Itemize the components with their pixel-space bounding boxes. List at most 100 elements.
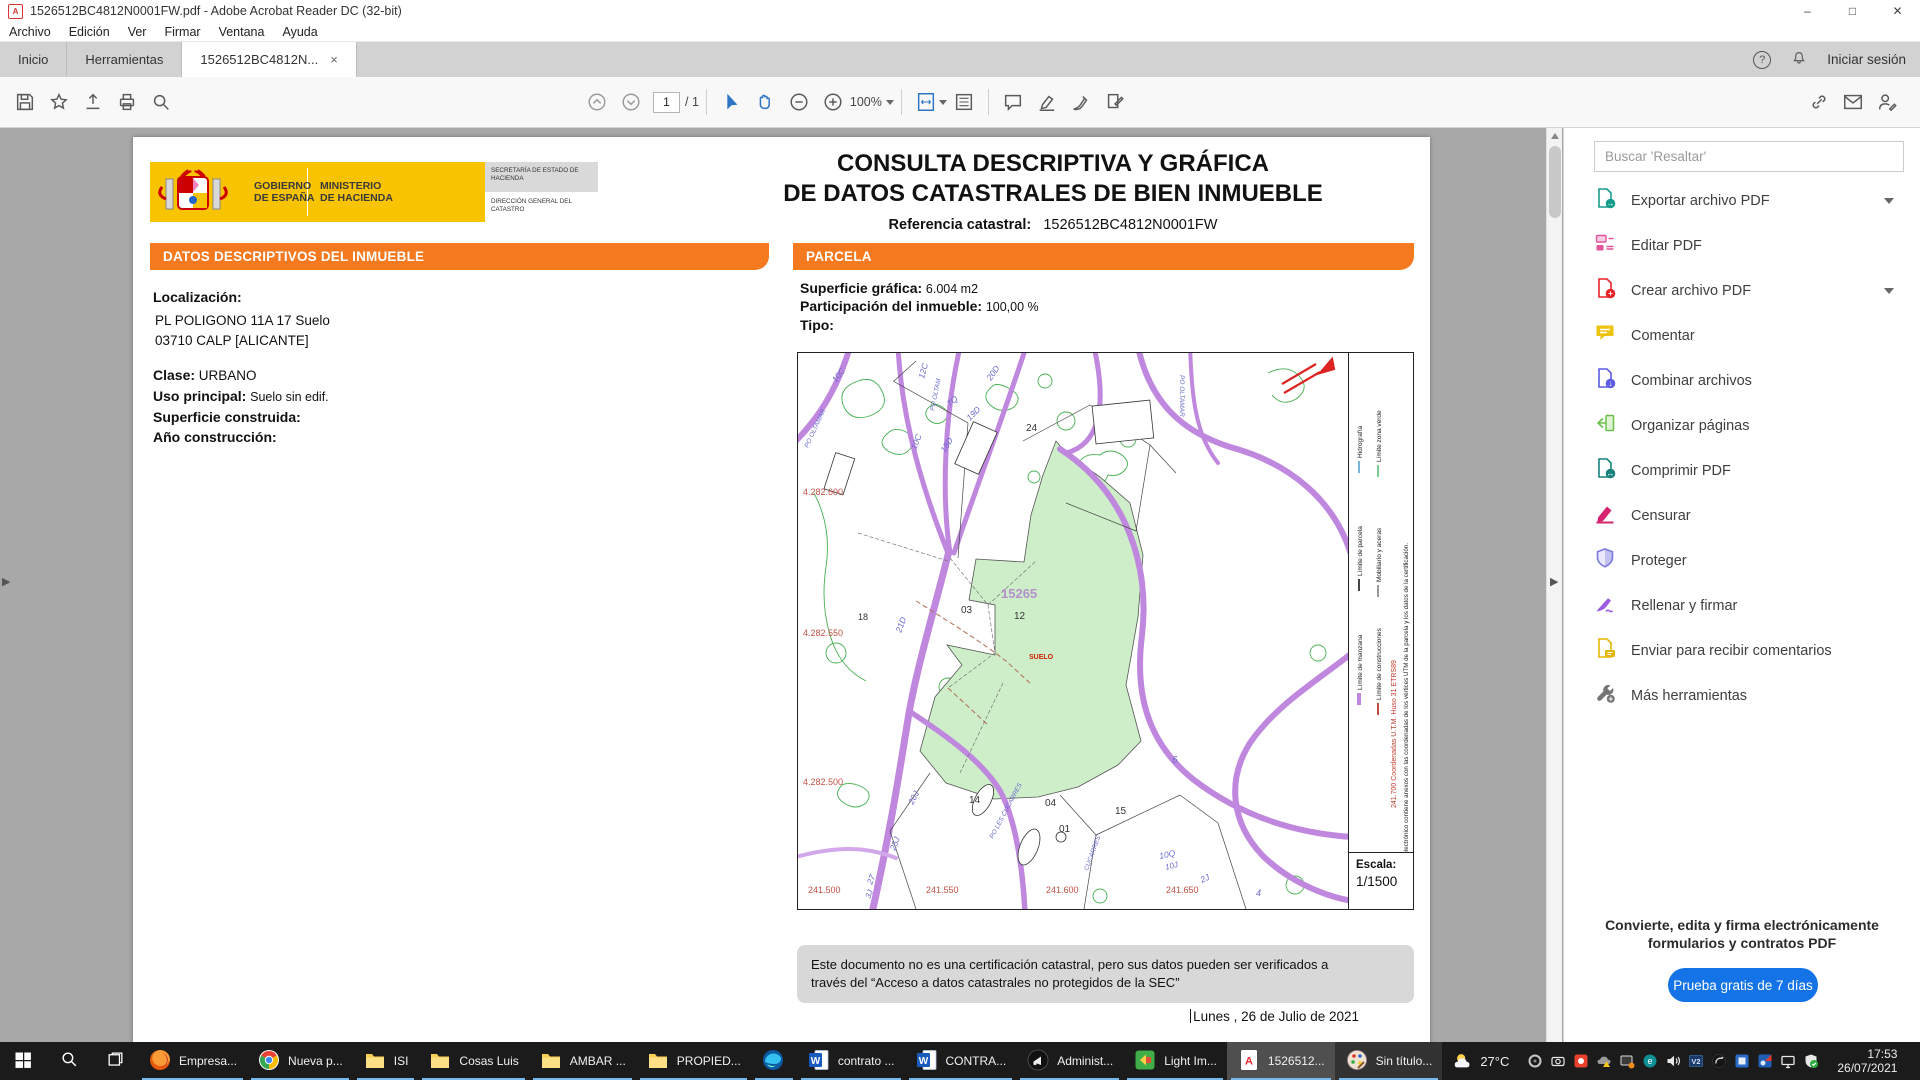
tool-organize[interactable]: Organizar páginas — [1564, 403, 1920, 448]
tray-monitor-icon[interactable] — [1780, 1053, 1796, 1069]
tool-label: Editar PDF — [1631, 238, 1702, 254]
tools-search-input[interactable] — [1594, 141, 1904, 172]
tool-combine[interactable]: ↓Combinar archivos — [1564, 358, 1920, 403]
tool-redact[interactable]: Censurar — [1564, 493, 1920, 538]
tray-camera-icon[interactable] — [1550, 1053, 1566, 1069]
page-number-input[interactable] — [653, 92, 680, 113]
profile-pen-icon[interactable] — [1870, 85, 1904, 119]
menu-archivo[interactable]: Archivo — [0, 22, 60, 41]
pdf-page: GOBIERNODE ESPAÑA MINISTERIODE HACIENDA … — [133, 137, 1430, 1042]
select-tool-icon[interactable] — [714, 85, 748, 119]
close-button[interactable]: ✕ — [1875, 0, 1920, 22]
clock[interactable]: 17:53 26/07/2021 — [1827, 1047, 1907, 1075]
tool-edit[interactable]: Editar PDF — [1564, 223, 1920, 268]
taskbar-edge-button[interactable] — [751, 1042, 797, 1080]
svg-text:W: W — [811, 1056, 821, 1067]
action-center-icon[interactable] — [1907, 1053, 1920, 1070]
tray-blueapp-icon[interactable] — [1734, 1053, 1750, 1069]
page-down-icon[interactable] — [614, 85, 648, 119]
tool-compress[interactable]: ↔Comprimir PDF — [1564, 448, 1920, 493]
taskbar-nueva-p[interactable]: Nueva p... — [247, 1042, 353, 1080]
tray-shieldcheck-icon[interactable] — [1803, 1053, 1819, 1069]
tray-reddot-icon[interactable] — [1573, 1053, 1589, 1069]
menu-ver[interactable]: Ver — [119, 22, 156, 41]
taskbar-taskview-button[interactable] — [92, 1042, 138, 1080]
hand-tool-icon[interactable] — [748, 85, 782, 119]
document-title: CONSULTA DESCRIPTIVA Y GRÁFICA DE DATOS … — [693, 149, 1413, 209]
free-trial-button[interactable]: Prueba gratis de 7 días — [1668, 968, 1818, 1002]
taskbar-isi[interactable]: ISI — [353, 1042, 419, 1080]
megaphone-icon — [1026, 1048, 1050, 1075]
tools-panel-toggle-icon[interactable]: ▶ — [1550, 575, 1558, 588]
scroll-mode-icon[interactable] — [947, 85, 981, 119]
chevron-down-icon[interactable] — [1884, 288, 1894, 294]
link-icon[interactable] — [1802, 85, 1836, 119]
tab-close-icon[interactable]: × — [330, 52, 338, 67]
search-icon[interactable] — [144, 85, 178, 119]
weather-widget[interactable]: 27°C — [1442, 1050, 1519, 1072]
tray-v2-icon[interactable]: V2 — [1688, 1053, 1704, 1069]
highlight-icon[interactable] — [1030, 85, 1064, 119]
mail-icon[interactable] — [1836, 85, 1870, 119]
tool-protect[interactable]: Proteger — [1564, 538, 1920, 583]
taskbar-search-button[interactable] — [46, 1042, 92, 1080]
bell-icon[interactable] — [1791, 50, 1807, 69]
tab-1526512bc4812n-[interactable]: 1526512BC4812N...× — [182, 42, 356, 77]
zoom-level-dropdown[interactable]: 100% — [850, 95, 894, 109]
sign-icon[interactable] — [1064, 85, 1098, 119]
taskbar-propied[interactable]: PROPIED... — [636, 1042, 751, 1080]
tray-eteal-icon[interactable]: e — [1642, 1053, 1658, 1069]
taskbar-cosas-luis[interactable]: Cosas Luis — [418, 1042, 528, 1080]
zoom-in-icon[interactable] — [816, 85, 850, 119]
taskbar-start-button[interactable] — [0, 1042, 46, 1080]
menu-ventana[interactable]: Ventana — [210, 22, 274, 41]
scrollbar-thumb — [1549, 146, 1561, 218]
menu-firmar[interactable]: Firmar — [155, 22, 209, 41]
tray-bluered-icon[interactable] — [1757, 1053, 1773, 1069]
zoom-out-icon[interactable] — [782, 85, 816, 119]
share-icon[interactable] — [76, 85, 110, 119]
sign-in-link[interactable]: Iniciar sesión — [1827, 52, 1906, 67]
nav-pane-toggle-icon[interactable]: ▶ — [2, 575, 10, 588]
comment-tool-icon — [1594, 322, 1616, 349]
tool-send[interactable]: Enviar para recibir comentarios — [1564, 628, 1920, 673]
tool-create[interactable]: +Crear archivo PDF — [1564, 268, 1920, 313]
svg-text:10Q: 10Q — [1158, 848, 1176, 861]
tray-cloudwarn-icon[interactable] — [1596, 1053, 1612, 1069]
tool-more[interactable]: +Más herramientas — [1564, 673, 1920, 718]
star-icon[interactable] — [42, 85, 76, 119]
taskbar-administ[interactable]: Administ... — [1016, 1042, 1123, 1080]
menu-ayuda[interactable]: Ayuda — [273, 22, 326, 41]
print-icon[interactable] — [110, 85, 144, 119]
help-icon[interactable]: ? — [1753, 51, 1771, 69]
tool-comment[interactable]: Comentar — [1564, 313, 1920, 358]
taskbar-contrato[interactable]: Wcontrato ... — [797, 1042, 905, 1080]
page-up-icon[interactable] — [580, 85, 614, 119]
tool-fillsign[interactable]: Rellenar y firmar — [1564, 583, 1920, 628]
taskbar-light-im[interactable]: Light Im... — [1123, 1042, 1227, 1080]
svg-text:SUELO: SUELO — [1029, 654, 1054, 661]
compress-tool-icon: ↔ — [1594, 457, 1616, 484]
tray-speaker-icon[interactable] — [1665, 1053, 1681, 1069]
taskbar-empresa[interactable]: Empresa... — [138, 1042, 247, 1080]
save-icon[interactable] — [8, 85, 42, 119]
send-tool-icon — [1594, 637, 1616, 664]
taskbar-1526512[interactable]: A1526512... — [1227, 1042, 1335, 1080]
fit-page-icon[interactable] — [909, 85, 943, 119]
svg-text:12C: 12C — [916, 361, 930, 379]
tray-ring-icon[interactable] — [1527, 1053, 1543, 1069]
menu-edición[interactable]: Edición — [60, 22, 119, 41]
fill-sign-icon[interactable] — [1098, 85, 1132, 119]
maximize-button[interactable]: □ — [1830, 0, 1875, 22]
taskbar-contra[interactable]: WCONTRA... — [905, 1042, 1017, 1080]
taskbar-sin-t-tulo[interactable]: Sin título... — [1335, 1042, 1443, 1080]
tray-dish-icon[interactable] — [1711, 1053, 1727, 1069]
minimize-button[interactable]: – — [1785, 0, 1830, 22]
tray-snip-icon[interactable] — [1619, 1053, 1635, 1069]
tab-herramientas[interactable]: Herramientas — [67, 42, 182, 77]
taskbar-ambar[interactable]: AMBAR ... — [529, 1042, 636, 1080]
tool-export[interactable]: →Exportar archivo PDF — [1564, 178, 1920, 223]
tab-inicio[interactable]: Inicio — [0, 42, 67, 77]
comment-icon[interactable] — [996, 85, 1030, 119]
chevron-down-icon[interactable] — [1884, 198, 1894, 204]
